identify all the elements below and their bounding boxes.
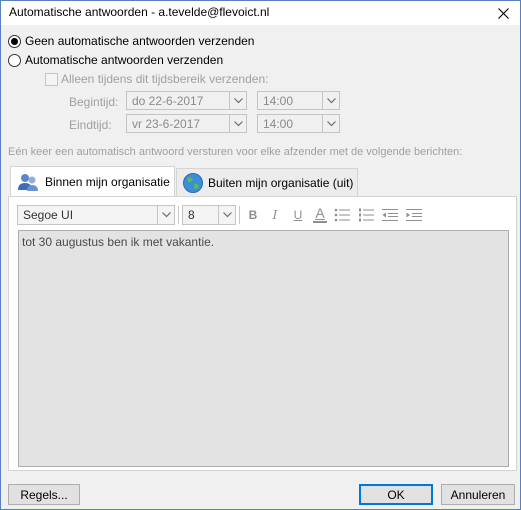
underline-button[interactable]: U: [289, 206, 307, 224]
chevron-down-icon[interactable]: [229, 92, 246, 109]
message-text: tot 30 augustus ben ik met vakantie.: [22, 235, 215, 249]
ok-button[interactable]: OK: [359, 484, 433, 505]
globe-icon: [183, 172, 203, 193]
radio-send-auto-reply-label: Automatische antwoorden verzenden: [25, 53, 224, 67]
cancel-button[interactable]: Annuleren: [441, 484, 515, 505]
radio-no-auto-reply-label: Geen automatische antwoorden verzenden: [25, 34, 255, 48]
font-size-select[interactable]: 8: [182, 205, 236, 225]
font-color-icon: A: [315, 204, 325, 221]
rules-button[interactable]: Regels...: [8, 484, 80, 505]
info-text: Eén keer een automatisch antwoord verstu…: [8, 146, 463, 158]
tab-inside-organization[interactable]: Binnen mijn organisatie: [10, 166, 175, 197]
close-icon: [497, 7, 509, 19]
numbering-button[interactable]: [357, 206, 375, 224]
numbered-list-icon: [359, 208, 374, 222]
tab-inside-organization-label: Binnen mijn organisatie: [45, 175, 170, 189]
font-size-value: 8: [188, 208, 195, 222]
start-time-select[interactable]: 14:00: [257, 91, 340, 110]
auto-reply-dialog: Automatische antwoorden - a.tevelde@flev…: [0, 0, 521, 510]
end-date-value: vr 23-6-2017: [132, 117, 201, 131]
chevron-down-icon[interactable]: [322, 92, 339, 109]
decrease-indent-icon: [382, 209, 398, 221]
bullets-button[interactable]: [333, 206, 351, 224]
start-date-picker[interactable]: do 22-6-2017: [126, 91, 247, 110]
chevron-down-icon[interactable]: [218, 206, 235, 224]
message-panel: Segoe UI 8 B I U A tot 30 augustus ben i…: [8, 196, 517, 471]
chevron-down-icon[interactable]: [322, 115, 339, 132]
end-time-select[interactable]: 14:00: [257, 114, 340, 133]
start-time-value: 14:00: [263, 94, 294, 108]
radio-indicator-unchecked[interactable]: [8, 53, 21, 67]
increase-indent-button[interactable]: [405, 206, 423, 224]
tab-outside-organization[interactable]: Buiten mijn organisatie (uit): [176, 168, 358, 197]
close-button[interactable]: [488, 1, 518, 25]
toolbar-divider: [239, 206, 240, 224]
italic-button[interactable]: I: [266, 206, 284, 224]
toolbar-divider: [178, 206, 179, 224]
people-icon: [18, 174, 38, 191]
font-select[interactable]: Segoe UI: [17, 205, 175, 225]
message-editor[interactable]: tot 30 augustus ben ik met vakantie.: [18, 230, 509, 467]
radio-no-auto-reply[interactable]: Geen automatische antwoorden verzenden: [8, 34, 254, 48]
checkbox-indicator[interactable]: [45, 72, 58, 86]
end-date-picker[interactable]: vr 23-6-2017: [126, 114, 247, 133]
start-date-value: do 22-6-2017: [132, 94, 204, 108]
font-select-value: Segoe UI: [23, 208, 74, 222]
radio-send-auto-reply[interactable]: Automatische antwoorden verzenden: [8, 53, 223, 67]
increase-indent-icon: [406, 209, 422, 221]
checkbox-time-range[interactable]: Alleen tijdens dit tijdsbereik verzenden…: [45, 72, 268, 86]
checkbox-time-range-label: Alleen tijdens dit tijdsbereik verzenden…: [61, 72, 269, 86]
bulleted-list-icon: [334, 208, 350, 222]
end-time-value: 14:00: [263, 117, 294, 131]
chevron-down-icon[interactable]: [229, 115, 246, 132]
font-color-button[interactable]: A: [311, 203, 329, 225]
chevron-down-icon[interactable]: [157, 206, 174, 224]
window-title: Automatische antwoorden - a.tevelde@flev…: [9, 5, 270, 19]
tab-outside-organization-label: Buiten mijn organisatie (uit): [208, 175, 354, 190]
end-time-label: Eindtijd:: [69, 118, 112, 132]
start-time-label: Begintijd:: [69, 95, 119, 109]
radio-indicator-checked[interactable]: [8, 34, 21, 48]
title-bar: Automatische antwoorden - a.tevelde@flev…: [1, 1, 520, 25]
decrease-indent-button[interactable]: [381, 206, 399, 224]
bold-button[interactable]: B: [244, 206, 262, 224]
